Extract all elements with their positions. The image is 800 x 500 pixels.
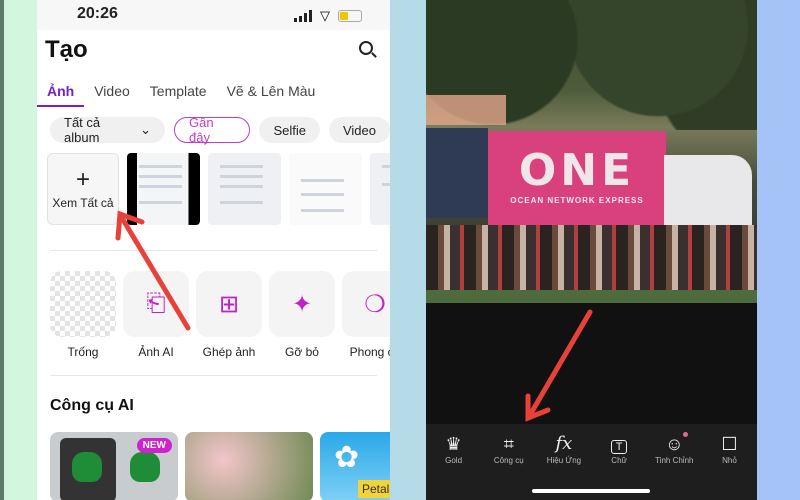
background-strip-right — [757, 0, 800, 500]
create-screen: 20:26 ▽ Tạo Ảnh Video Template Vẽ & Lên … — [37, 0, 390, 500]
toolbar-tools[interactable]: ⌗ Công cụ — [481, 432, 536, 465]
toolbar-label: Chữ — [611, 456, 627, 465]
chip-label: Tất cả album — [64, 115, 101, 145]
crown-icon: ♛ — [445, 434, 462, 454]
photo-canvas[interactable]: ONE OCEAN NETWORK EXPRESS — [426, 0, 757, 303]
section-title: Công cụ AI — [50, 397, 134, 414]
background-strip-middle — [390, 0, 426, 500]
tool-remove[interactable]: ✦ Gỡ bỏ — [269, 271, 335, 359]
new-badge: NEW — [136, 438, 172, 453]
tool-ai-image[interactable]: ⎗ Ảnh AI — [123, 271, 189, 359]
tab-bar: Ảnh Video Template Vẽ & Lên Màu — [37, 83, 325, 107]
tab-photo[interactable]: Ảnh — [37, 83, 85, 107]
divider — [50, 250, 377, 251]
sticker-icon: ☐ — [721, 434, 738, 454]
signal-icon — [294, 10, 312, 22]
collage-icon: ⊞ — [196, 271, 262, 337]
chip-all-albums[interactable]: Tất cả album ⌄ — [50, 115, 165, 145]
fx-icon: fx — [555, 433, 573, 454]
toolbar-retouch[interactable]: ☺ Tinh Chỉnh — [647, 432, 702, 465]
tool-label: Ảnh AI — [138, 345, 174, 359]
album-filters: Tất cả album ⌄ Gần đây Selfie Video — [50, 115, 390, 145]
chevron-down-icon: ⌄ — [140, 122, 151, 137]
style-icon: ❍ — [342, 271, 390, 337]
tab-template[interactable]: Template — [140, 83, 217, 107]
toolbar-label: Tinh Chỉnh — [655, 456, 694, 465]
eraser-icon: ✦ — [269, 271, 335, 337]
toolbar-text[interactable]: T Chữ — [592, 432, 647, 465]
tab-draw-color[interactable]: Vẽ & Lên Màu — [217, 83, 326, 107]
tool-style[interactable]: ❍ Phong cá — [342, 271, 390, 359]
photo-thumbnail[interactable] — [208, 153, 281, 225]
status-time: 20:26 — [77, 5, 118, 22]
status-bar: 20:26 ▽ — [37, 0, 390, 30]
tool-label: Phong cá — [349, 345, 390, 359]
home-indicator — [532, 489, 650, 493]
search-icon[interactable] — [359, 41, 373, 55]
ai-tool-cards: NEW ✿ Petals — [50, 432, 390, 500]
photo-thumbnail[interactable] — [127, 153, 200, 225]
chip-selfie[interactable]: Selfie — [259, 117, 320, 143]
container-brand: ONE — [518, 145, 636, 196]
see-all-button[interactable]: + Xem Tất cả — [47, 153, 119, 225]
tool-label: Gỡ bỏ — [285, 345, 319, 359]
toolbar-label: Nhỏ — [722, 456, 737, 465]
wifi-icon: ▽ — [320, 8, 330, 23]
tool-row: Trống ⎗ Ảnh AI ⊞ Ghép ảnh ✦ Gỡ bỏ ❍ Phong cá — [50, 271, 390, 359]
toolbar-label: Công cụ — [493, 456, 524, 465]
transparent-canvas-icon — [50, 271, 116, 337]
plus-icon: + — [75, 166, 90, 193]
photo-thumbnail[interactable] — [289, 153, 362, 225]
battery-icon — [338, 10, 362, 22]
photo-editor-screen: ONE OCEAN NETWORK EXPRESS ♛ Gold ⌗ Công cụ… — [426, 0, 757, 500]
page-title: Tạo — [45, 36, 88, 63]
card-text: Petals — [358, 480, 390, 498]
pink-container: ONE OCEAN NETWORK EXPRESS — [488, 131, 666, 229]
background-strip-left — [0, 0, 37, 500]
tool-label: Trống — [67, 345, 99, 359]
ai-card-anime-portrait[interactable] — [185, 432, 313, 500]
tool-blank[interactable]: Trống — [50, 271, 116, 359]
recent-photos: + Xem Tất cả — [47, 153, 390, 225]
toolbar-effects[interactable]: fx Hiệu Ứng — [536, 432, 591, 465]
toolbar-sticker[interactable]: ☐ Nhỏ — [702, 432, 757, 465]
see-all-label: Xem Tất cả — [52, 196, 114, 210]
photo-thumbnail[interactable] — [370, 153, 390, 225]
toolbar-label: Gold — [445, 456, 463, 465]
notification-dot — [682, 432, 688, 437]
chip-recent[interactable]: Gần đây — [174, 115, 251, 145]
container-subtitle: OCEAN NETWORK EXPRESS — [510, 196, 644, 205]
tool-collage[interactable]: ⊞ Ghép ảnh — [196, 271, 262, 359]
chip-video[interactable]: Video — [328, 117, 390, 143]
divider — [50, 375, 377, 376]
text-icon: T — [592, 432, 647, 456]
retouch-icon: ☺ — [665, 434, 684, 454]
ai-card-background-remove[interactable]: NEW — [50, 432, 178, 500]
text-to-image-icon: ⎗ — [123, 271, 189, 337]
flower-icon: ✿ — [334, 441, 360, 474]
tool-label: Ghép ảnh — [202, 345, 256, 359]
tab-video[interactable]: Video — [84, 83, 140, 107]
toolbar-label: Hiệu Ứng — [546, 456, 582, 465]
ai-card-object-edit[interactable]: ✿ Petals — [320, 432, 390, 500]
toolbar-gold[interactable]: ♛ Gold — [426, 432, 481, 465]
crop-icon: ⌗ — [503, 434, 514, 454]
